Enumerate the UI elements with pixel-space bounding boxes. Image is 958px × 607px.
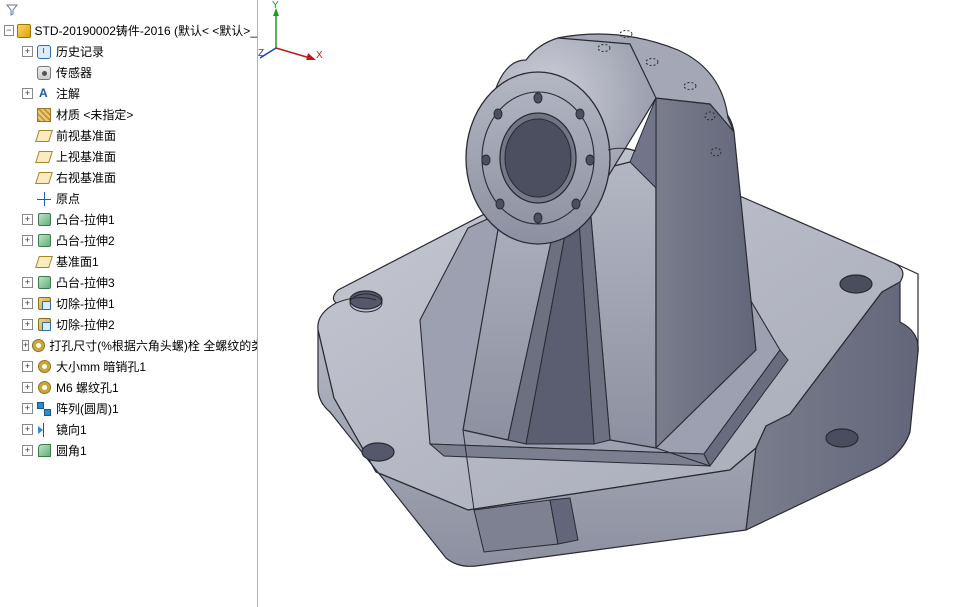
ext-icon: [36, 212, 52, 228]
hole-icon: [36, 380, 52, 396]
tree-item-label: 右视基准面: [56, 169, 116, 186]
plane-icon: [36, 254, 52, 270]
tree-item[interactable]: + 圆角1: [0, 440, 257, 461]
expand-placeholder: [22, 151, 33, 162]
root-label: STD-20190002铸件-2016 (默认< <默认>_: [35, 22, 257, 39]
axis-x-label: X: [316, 50, 323, 60]
tree-item-label: 材质 <未指定>: [56, 106, 133, 123]
sens-icon: [36, 65, 52, 81]
tree-item-label: 镜向1: [56, 421, 87, 438]
tree-item-label: 阵列(圆周)1: [56, 400, 119, 417]
expand-icon[interactable]: +: [22, 46, 33, 57]
tree-item[interactable]: 原点: [0, 188, 257, 209]
expand-placeholder: [22, 109, 33, 120]
patt-icon: [36, 401, 52, 417]
tree-item[interactable]: + 凸台-拉伸3: [0, 272, 257, 293]
expand-icon[interactable]: +: [22, 298, 33, 309]
expand-icon[interactable]: +: [22, 361, 33, 372]
collapse-icon[interactable]: −: [4, 25, 14, 36]
mirr-icon: [36, 422, 52, 438]
tree-item[interactable]: + 阵列(圆周)1: [0, 398, 257, 419]
cut-icon: [36, 296, 52, 312]
tree-item[interactable]: + 切除-拉伸2: [0, 314, 257, 335]
hist-icon: [36, 44, 52, 60]
feature-tree-panel: − STD-20190002铸件-2016 (默认< <默认>_ + 历史记录传感…: [0, 0, 258, 607]
expand-icon[interactable]: +: [22, 382, 33, 393]
tree-item[interactable]: + M6 螺纹孔1: [0, 377, 257, 398]
ext-icon: [36, 275, 52, 291]
tree-item-label: 打孔尺寸(%根据六角头螺)栓 全螺纹的类: [49, 337, 258, 354]
tree-item[interactable]: 材质 <未指定>: [0, 104, 257, 125]
hole-icon: [36, 359, 52, 375]
expand-icon[interactable]: +: [22, 445, 33, 456]
expand-icon[interactable]: +: [22, 319, 33, 330]
expand-placeholder: [22, 67, 33, 78]
tree-item-label: 切除-拉伸1: [56, 295, 115, 312]
tree-item[interactable]: 基准面1: [0, 251, 257, 272]
graphics-viewport[interactable]: Y X Z: [258, 0, 958, 607]
tree-root-node[interactable]: − STD-20190002铸件-2016 (默认< <默认>_: [0, 20, 257, 41]
tree-item-label: 圆角1: [56, 442, 87, 459]
expand-icon[interactable]: +: [22, 403, 33, 414]
expand-icon[interactable]: +: [22, 214, 33, 225]
axis-y-label: Y: [272, 0, 279, 11]
expand-icon[interactable]: +: [22, 277, 33, 288]
hole-icon: [32, 338, 45, 354]
tree-item-label: 凸台-拉伸1: [56, 211, 115, 228]
cut-icon: [36, 317, 52, 333]
filter-icon[interactable]: [4, 2, 20, 18]
tree-item[interactable]: + 凸台-拉伸1: [0, 209, 257, 230]
tree-item-label: 凸台-拉伸2: [56, 232, 115, 249]
tree-item[interactable]: + 切除-拉伸1: [0, 293, 257, 314]
expand-placeholder: [22, 130, 33, 141]
expand-placeholder: [22, 172, 33, 183]
tree-item-label: 基准面1: [56, 253, 99, 270]
tree-item-label: M6 螺纹孔1: [56, 379, 119, 396]
tree-item-label: 凸台-拉伸3: [56, 274, 115, 291]
axis-z-label: Z: [258, 48, 264, 59]
expand-icon[interactable]: +: [22, 235, 33, 246]
part-icon: [17, 23, 31, 39]
tree-item[interactable]: 上视基准面: [0, 146, 257, 167]
tree-item[interactable]: + 镜向1: [0, 419, 257, 440]
tree-item-label: 大小mm 暗销孔1: [56, 358, 146, 375]
origin-icon: [36, 191, 52, 207]
fill-icon: [36, 443, 52, 459]
expand-placeholder: [22, 193, 33, 204]
tree-item[interactable]: + 历史记录: [0, 41, 257, 62]
plane-icon: [36, 128, 52, 144]
ext-icon: [36, 233, 52, 249]
tree-item[interactable]: + 大小mm 暗销孔1: [0, 356, 257, 377]
plane-icon: [36, 170, 52, 186]
tree-item-label: 原点: [56, 190, 80, 207]
tree-item-label: 传感器: [56, 64, 92, 81]
tree-item-label: 注解: [56, 85, 80, 102]
tree-item-label: 上视基准面: [56, 148, 116, 165]
model-render: [258, 0, 958, 607]
tree-item-label: 前视基准面: [56, 127, 116, 144]
tree-item[interactable]: + 打孔尺寸(%根据六角头螺)栓 全螺纹的类: [0, 335, 257, 356]
annot-icon: [36, 86, 52, 102]
tree-item[interactable]: + 凸台-拉伸2: [0, 230, 257, 251]
mat-icon: [36, 107, 52, 123]
tree-item[interactable]: 前视基准面: [0, 125, 257, 146]
tree-item[interactable]: + 注解: [0, 83, 257, 104]
expand-icon[interactable]: +: [22, 88, 33, 99]
tree-item[interactable]: 传感器: [0, 62, 257, 83]
orientation-triad[interactable]: Y X Z: [258, 0, 328, 60]
tree-item[interactable]: 右视基准面: [0, 167, 257, 188]
tree-item-label: 切除-拉伸2: [56, 316, 115, 333]
expand-placeholder: [22, 256, 33, 267]
tree-item-label: 历史记录: [56, 43, 104, 60]
expand-icon[interactable]: +: [22, 424, 33, 435]
expand-icon[interactable]: +: [22, 340, 29, 351]
plane-icon: [36, 149, 52, 165]
